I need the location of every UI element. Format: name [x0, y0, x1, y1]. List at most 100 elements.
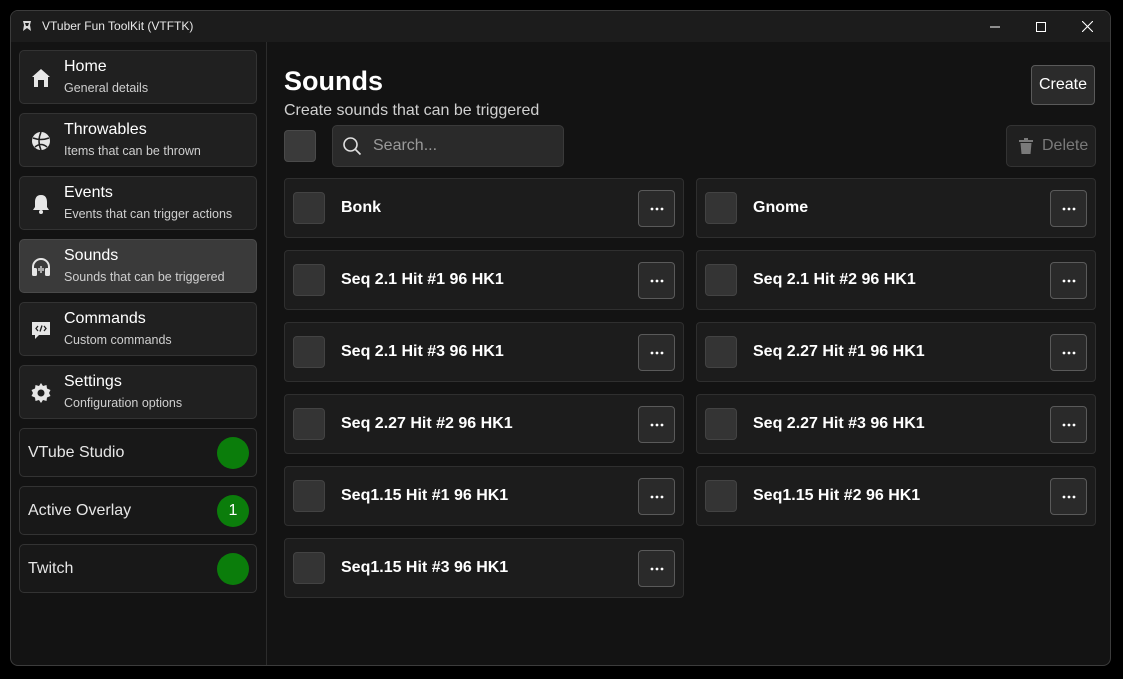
sound-name: Seq 2.27 Hit #2 96 HK1 [341, 415, 513, 432]
search-input[interactable] [373, 126, 558, 166]
minimize-button[interactable] [972, 11, 1018, 42]
ellipsis-icon [1062, 495, 1075, 498]
create-button[interactable]: Create [1031, 65, 1095, 105]
sound-name: Gnome [753, 199, 809, 216]
status-label: Active Overlay [28, 502, 132, 519]
sound-name: Seq 2.1 Hit #2 96 HK1 [753, 271, 916, 288]
sound-checkbox[interactable] [293, 336, 325, 368]
sidebar-item-label: Sounds [64, 247, 119, 264]
page-title: Sounds [284, 66, 383, 96]
sidebar-item-subtitle: General details [64, 81, 149, 95]
sound-checkbox[interactable] [293, 192, 325, 224]
sidebar-item-commands[interactable]: Commands Custom commands [19, 302, 257, 356]
ellipsis-icon [650, 567, 663, 570]
home-icon [32, 69, 50, 87]
sound-card[interactable]: Seq 2.27 Hit #3 96 HK1 [696, 394, 1096, 454]
sidebar-item-home[interactable]: Home General details [19, 50, 257, 104]
status-badge: 1 [217, 495, 249, 527]
main-content: Sounds Create sounds that can be trigger… [267, 42, 1110, 665]
sidebar-item-subtitle: Items that can be thrown [64, 144, 201, 158]
sidebar-item-label: Settings [64, 373, 122, 390]
more-options-button[interactable] [1050, 334, 1087, 371]
status-badge [217, 553, 249, 585]
sound-checkbox[interactable] [293, 264, 325, 296]
more-options-button[interactable] [638, 550, 675, 587]
sound-checkbox[interactable] [293, 552, 325, 584]
sound-card[interactable]: Gnome [696, 178, 1096, 238]
sound-checkbox[interactable] [705, 480, 737, 512]
sidebar-item-label: Home [64, 58, 107, 75]
sidebar-item-events[interactable]: Events Events that can trigger actions [19, 176, 257, 230]
sound-name: Seq 2.27 Hit #3 96 HK1 [753, 415, 925, 432]
sound-card[interactable]: Seq 2.27 Hit #2 96 HK1 [284, 394, 684, 454]
search-box[interactable] [332, 125, 564, 167]
more-options-button[interactable] [638, 262, 675, 299]
close-button[interactable] [1064, 11, 1110, 42]
ellipsis-icon [1062, 207, 1075, 210]
minimize-icon [990, 26, 1000, 27]
code-bubble-icon [32, 322, 50, 339]
sound-card[interactable]: Seq 2.1 Hit #3 96 HK1 [284, 322, 684, 382]
sound-checkbox[interactable] [705, 264, 737, 296]
select-all-checkbox[interactable] [284, 130, 316, 162]
sound-card[interactable]: Seq 2.1 Hit #1 96 HK1 [284, 250, 684, 310]
ellipsis-icon [650, 279, 663, 282]
sound-name: Seq1.15 Hit #2 96 HK1 [753, 487, 921, 504]
more-options-button[interactable] [1050, 406, 1087, 443]
status-vtube-studio: VTube Studio [19, 428, 257, 477]
more-options-button[interactable] [638, 190, 675, 227]
search-icon [343, 137, 362, 156]
sidebar-item-label: Commands [64, 310, 146, 327]
more-options-button[interactable] [1050, 478, 1087, 515]
sidebar: Home General details Throwables Items th… [11, 42, 267, 665]
ellipsis-icon [1062, 279, 1075, 282]
sound-card[interactable]: Seq1.15 Hit #3 96 HK1 [284, 538, 684, 598]
sound-checkbox[interactable] [293, 408, 325, 440]
sidebar-item-subtitle: Sounds that can be triggered [64, 270, 225, 284]
sound-name: Seq1.15 Hit #1 96 HK1 [341, 487, 509, 504]
more-options-button[interactable] [638, 406, 675, 443]
sidebar-item-label: Throwables [64, 121, 147, 138]
sound-card[interactable]: Seq 2.27 Hit #1 96 HK1 [696, 322, 1096, 382]
trash-icon [1019, 138, 1033, 154]
bell-icon [33, 195, 49, 214]
sound-checkbox[interactable] [705, 192, 737, 224]
ellipsis-icon [650, 207, 663, 210]
more-options-button[interactable] [1050, 262, 1087, 299]
status-twitch: Twitch [19, 544, 257, 593]
sidebar-item-subtitle: Custom commands [64, 333, 172, 347]
gear-icon [31, 383, 51, 403]
app-logo-icon [23, 21, 31, 31]
sidebar-item-settings[interactable]: Settings Configuration options [19, 365, 257, 419]
sidebar-item-throwables[interactable]: Throwables Items that can be thrown [19, 113, 257, 167]
status-badge [217, 437, 249, 469]
close-icon [1081, 21, 1093, 32]
status-active-overlay: Active Overlay 1 [19, 486, 257, 535]
ellipsis-icon [1062, 423, 1075, 426]
status-label: Twitch [28, 560, 74, 577]
sidebar-item-subtitle: Events that can trigger actions [64, 207, 233, 221]
sound-name: Bonk [341, 199, 381, 216]
more-options-button[interactable] [638, 478, 675, 515]
app-window: VTuber Fun ToolKit (VTFTK) Home General … [10, 10, 1111, 666]
ellipsis-icon [650, 423, 663, 426]
sound-name: Seq 2.27 Hit #1 96 HK1 [753, 343, 925, 360]
sound-card[interactable]: Seq1.15 Hit #2 96 HK1 [696, 466, 1096, 526]
delete-button[interactable]: Delete [1006, 125, 1096, 167]
sound-card[interactable]: Bonk [284, 178, 684, 238]
ellipsis-icon [650, 351, 663, 354]
sidebar-item-label: Events [64, 184, 113, 201]
sound-card[interactable]: Seq1.15 Hit #1 96 HK1 [284, 466, 684, 526]
sound-checkbox[interactable] [293, 480, 325, 512]
sound-card[interactable]: Seq 2.1 Hit #2 96 HK1 [696, 250, 1096, 310]
more-options-button[interactable] [638, 334, 675, 371]
sound-checkbox[interactable] [705, 408, 737, 440]
sidebar-item-sounds[interactable]: Sounds Sounds that can be triggered [19, 239, 257, 293]
headphones-icon [32, 258, 50, 276]
status-label: VTube Studio [28, 444, 125, 461]
sound-name: Seq1.15 Hit #3 96 HK1 [341, 559, 509, 576]
sound-checkbox[interactable] [705, 336, 737, 368]
more-options-button[interactable] [1050, 190, 1087, 227]
ball-icon [32, 131, 50, 151]
maximize-button[interactable] [1018, 11, 1064, 42]
